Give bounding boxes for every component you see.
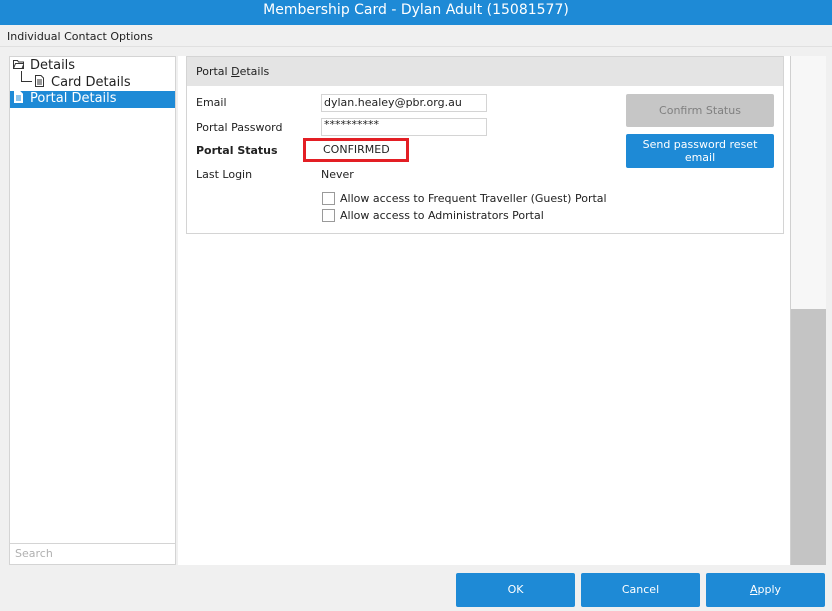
document-icon (14, 91, 23, 103)
ok-button[interactable]: OK (456, 573, 575, 607)
tree-item-label: Details (30, 58, 76, 73)
portal-details-group: Portal Details Email dylan.healey@pbr.or… (186, 56, 784, 234)
document-icon (35, 75, 44, 87)
send-reset-label-line1: Send password reset (642, 138, 758, 151)
group-title-access-key: D (231, 65, 240, 78)
tree-connector (21, 81, 32, 82)
password-label: Portal Password (196, 121, 283, 134)
tree-item-label: Card Details (51, 75, 131, 90)
allow-admin-portal-checkbox[interactable] (322, 209, 335, 222)
last-login-label: Last Login (196, 168, 253, 181)
portal-status-value: CONFIRMED (303, 138, 409, 162)
status-label: Portal Status (196, 144, 278, 157)
group-title-suffix: etails (239, 65, 270, 78)
window-title: Membership Card - Dylan Adult (15081577) (263, 2, 569, 18)
contact-options-menu[interactable]: Individual Contact Options (7, 30, 153, 43)
confirm-status-button[interactable]: Confirm Status (626, 94, 774, 127)
folder-open-icon (13, 60, 24, 69)
toolbar: Individual Contact Options (0, 25, 832, 47)
tree-item-card-details[interactable]: Card Details (34, 75, 131, 92)
group-title-prefix: Portal (196, 65, 232, 78)
navigation-tree: Details Card Details Portal Details Sear… (9, 56, 176, 565)
vertical-scrollbar[interactable] (790, 56, 826, 565)
group-title: Portal Details (187, 57, 783, 86)
main-content: Portal Details Email dylan.healey@pbr.or… (178, 56, 790, 565)
allow-admin-portal-label[interactable]: Allow access to Administrators Portal (340, 209, 544, 222)
allow-guest-portal-label[interactable]: Allow access to Frequent Traveller (Gues… (340, 192, 607, 205)
send-reset-label-line2: email (684, 151, 716, 164)
allow-guest-portal-checkbox[interactable] (322, 192, 335, 205)
email-label: Email (196, 96, 227, 109)
tree-item-label: Portal Details (30, 91, 117, 106)
email-field[interactable]: dylan.healey@pbr.org.au (321, 94, 487, 112)
tree-search-input[interactable]: Search (10, 543, 175, 564)
password-field[interactable]: ********** (321, 118, 487, 136)
send-password-reset-button[interactable]: Send password reset email (626, 134, 774, 168)
tree-item-details[interactable]: Details (13, 58, 75, 75)
scrollbar-thumb[interactable] (791, 309, 826, 565)
tree-connector (21, 71, 22, 81)
apply-button[interactable]: Apply (706, 573, 825, 607)
apply-access-key: A (749, 583, 758, 596)
last-login-value: Never (321, 168, 354, 181)
tree-item-portal-details[interactable]: Portal Details (10, 91, 175, 108)
window-title-bar: Membership Card - Dylan Adult (15081577) (0, 0, 832, 25)
apply-label-suffix: pply (757, 583, 782, 596)
cancel-button[interactable]: Cancel (581, 573, 700, 607)
